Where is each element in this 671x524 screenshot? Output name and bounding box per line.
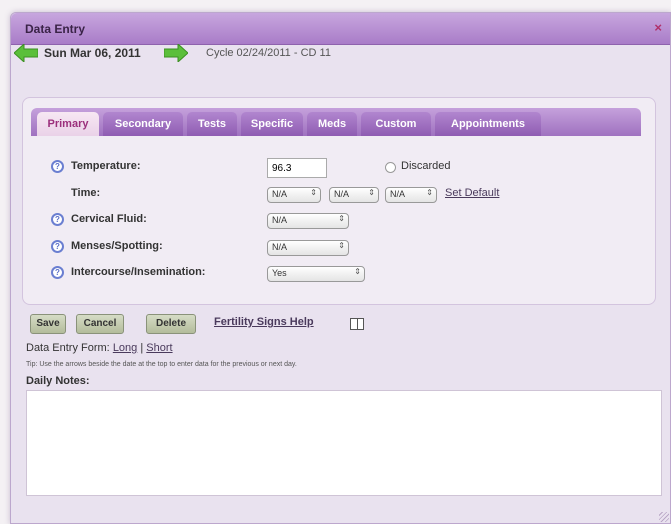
save-button[interactable]: Save [30, 314, 66, 334]
tab-secondary[interactable]: Secondary [103, 112, 183, 136]
delete-button[interactable]: Delete [146, 314, 196, 334]
cervical-fluid-row: ? Cervical Fluid: N/A ⇕ [51, 211, 611, 231]
discarded-checkbox[interactable] [385, 162, 396, 173]
short-form-link[interactable]: Short [146, 342, 172, 354]
date-navigation: Sun Mar 06, 2011 Cycle 02/24/2011 - CD 1… [14, 44, 534, 66]
close-icon[interactable]: × [654, 20, 662, 35]
intercourse-label: Intercourse/Insemination: [71, 266, 206, 278]
long-form-link[interactable]: Long [113, 342, 137, 354]
cervical-fluid-select[interactable]: N/A ⇕ [267, 213, 349, 229]
intercourse-row: ? Intercourse/Insemination: Yes ⇕ [51, 264, 611, 284]
time-hour-select[interactable]: N/A ⇕ [267, 187, 321, 203]
time-ampm-select[interactable]: N/A ⇕ [385, 187, 437, 203]
daily-notes-label: Daily Notes: [26, 375, 90, 387]
dialog-titlebar[interactable]: Data Entry × [11, 13, 670, 45]
cycle-info: Cycle 02/24/2011 - CD 11 [206, 47, 331, 59]
temperature-row: ? Temperature: Discarded [51, 158, 611, 178]
dialog-title: Data Entry [25, 22, 86, 36]
info-icon[interactable]: ? [51, 213, 64, 226]
cervical-fluid-label: Cervical Fluid: [71, 213, 147, 225]
discarded-label: Discarded [401, 160, 451, 172]
tab-meds[interactable]: Meds [307, 112, 357, 136]
menses-row: ? Menses/Spotting: N/A ⇕ [51, 238, 611, 258]
tip-text: Tip: Use the arrows beside the date at t… [26, 361, 297, 368]
entry-form-switch: Data Entry Form: Long | Short [26, 342, 173, 354]
tab-custom[interactable]: Custom [361, 112, 431, 136]
info-icon[interactable]: ? [51, 240, 64, 253]
temperature-input[interactable] [267, 158, 327, 178]
menses-label: Menses/Spotting: [71, 240, 163, 252]
entry-form-separator: | [140, 342, 144, 354]
next-day-arrow-icon[interactable] [164, 44, 188, 62]
entry-form-label: Data Entry Form: [26, 342, 110, 354]
time-row: Time: N/A ⇕ N/A ⇕ N/A ⇕ Set Default [51, 185, 611, 205]
temperature-label: Temperature: [71, 160, 141, 172]
daily-notes-textarea[interactable] [26, 390, 662, 496]
fertility-signs-help-link[interactable]: Fertility Signs Help [214, 316, 314, 328]
entry-panel: Primary Secondary Tests Specific Meds Cu… [22, 97, 656, 305]
tab-bar: Primary Secondary Tests Specific Meds Cu… [31, 108, 641, 136]
time-label: Time: [71, 187, 101, 199]
book-icon[interactable] [350, 318, 364, 330]
intercourse-select[interactable]: Yes ⇕ [267, 266, 365, 282]
info-icon[interactable]: ? [51, 266, 64, 279]
resize-handle[interactable] [659, 512, 669, 522]
set-default-link[interactable]: Set Default [445, 187, 499, 199]
current-date: Sun Mar 06, 2011 [44, 46, 141, 60]
tab-tests[interactable]: Tests [187, 112, 237, 136]
tab-specific[interactable]: Specific [241, 112, 303, 136]
menses-select[interactable]: N/A ⇕ [267, 240, 349, 256]
tab-primary[interactable]: Primary [37, 112, 99, 136]
previous-day-arrow-icon[interactable] [14, 44, 38, 62]
time-minute-select[interactable]: N/A ⇕ [329, 187, 379, 203]
info-icon[interactable]: ? [51, 160, 64, 173]
cancel-button[interactable]: Cancel [76, 314, 124, 334]
tab-appointments[interactable]: Appointments [435, 112, 541, 136]
